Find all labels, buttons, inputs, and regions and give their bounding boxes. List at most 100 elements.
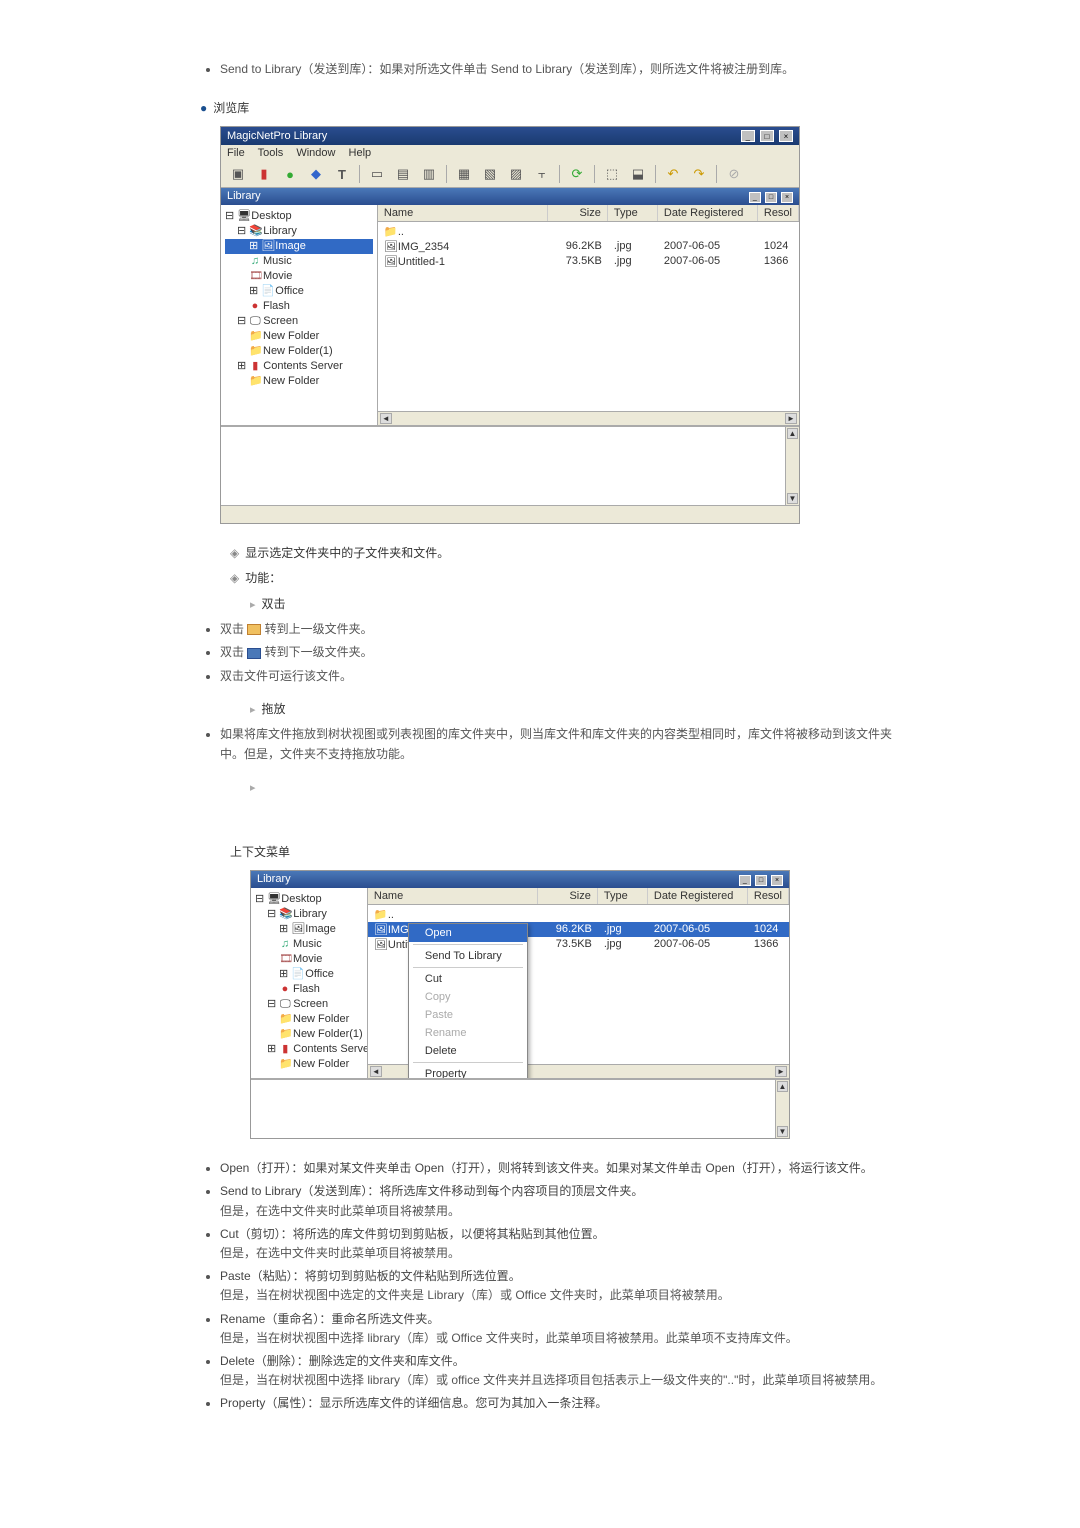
context-menu-heading: 上下文菜单 [230,843,900,860]
ctx-send: Send to Library（发送到库）：将所选库文件移动到每个内容项目的顶层… [220,1182,900,1220]
maximize-icon[interactable]: □ [760,130,774,142]
tb-icon-10[interactable]: ▨ [505,164,527,184]
panel-close-icon[interactable]: × [781,192,793,203]
tb-icon-redo[interactable]: ↷ [688,164,710,184]
tree-music[interactable]: ♫Music [225,254,373,269]
tb-icon-9[interactable]: ▧ [479,164,501,184]
notes-block: 显示选定文件夹中的子文件夹和文件。 功能： 双击 [230,544,900,614]
col-name[interactable]: Name [378,205,548,221]
col-size[interactable]: Size [548,205,608,221]
menu-cut[interactable]: Cut [409,970,527,988]
scroll-down-icon[interactable]: ▼ [787,493,798,504]
list-pane: Name Size Type Date Registered Resol 📁.. [378,205,799,425]
col-date[interactable]: Date Registered [658,205,758,221]
menu-send[interactable]: Send To Library [409,947,527,965]
h-scrollbar[interactable]: ◄ ► [378,411,799,425]
tb-icon-2[interactable]: ▮ [253,164,275,184]
toolbar-sep-2 [446,165,447,183]
toolbar-sep-5 [655,165,656,183]
menu-help[interactable]: Help [349,147,372,159]
col-type[interactable]: Type [608,205,658,221]
tb-icon-11[interactable]: ⫟ [531,164,553,184]
context-tree: ⊟ 🖥Desktop ⊟ 📚Library ⊞ 🖼Image ♫Music 🎞M… [251,888,368,1078]
menu-window[interactable]: Window [296,147,335,159]
intro-list: Send to Library（发送到库）：如果对所选文件单击 Send to … [220,60,900,79]
tree-newfolder-1[interactable]: 📁New Folder [225,329,373,344]
tb-icon-stop[interactable]: ⊘ [723,164,745,184]
drag-list: 如果将库文件拖放到树状视图或列表视图的库文件夹中，则当库文件和库文件夹的内容类型… [220,725,900,763]
tb-icon-undo[interactable]: ↶ [662,164,684,184]
toolbar-sep-1 [359,165,360,183]
ctx-delete: Delete（删除）：删除选定的文件夹和库文件。 但是，当在树状视图中选择 li… [220,1352,900,1390]
panel-min-icon[interactable]: _ [749,192,761,203]
ctx-open: Open（打开）：如果对某文件夹单击 Open（打开），则将转到该文件夹。如果对… [220,1159,900,1178]
tb-icon-8[interactable]: ▦ [453,164,475,184]
tree-contents-server[interactable]: ⊞ ▮Contents Server [225,359,373,374]
tb-icon-7[interactable]: ▥ [418,164,440,184]
toolbar: ▣ ▮ ● ◆ T ▭ ▤ ▥ ▦ ▧ ▨ ⫟ ⟳ ⬚ ⬓ ↶ ↷ ⊘ [221,161,799,188]
menu-file[interactable]: File [227,147,245,159]
context-menu: Open Send To Library Cut Copy Paste Rena… [408,923,528,1084]
scroll-up-icon[interactable]: ▲ [787,428,798,439]
tree-office[interactable]: ⊞ 📄Office [225,284,373,299]
tree-library[interactable]: ⊟ 📚Library [225,224,373,239]
menu-delete[interactable]: Delete [409,1042,527,1060]
tb-icon-5[interactable]: ▭ [366,164,388,184]
tb-icon-4[interactable]: ◆ [305,164,327,184]
menu-open[interactable]: Open [409,924,527,942]
tree-movie[interactable]: 🎞Movie [225,269,373,284]
panel-min-icon-2[interactable]: _ [739,875,751,886]
tb-icon-13[interactable]: ⬓ [627,164,649,184]
panel-max-icon[interactable]: □ [765,192,777,203]
menu-rename[interactable]: Rename [409,1024,527,1042]
window-controls: _ □ × [739,130,793,142]
scroll-right-icon[interactable]: ► [785,413,797,424]
context-list-rows: 📁.. 🖼IMG_2354 96.2KB .jpg 2007-06-05 102… [368,905,789,1064]
minimize-icon[interactable]: _ [741,130,755,142]
context-panel-controls: _ □ × [738,873,783,886]
tb-icon-refresh[interactable]: ⟳ [566,164,588,184]
ctx-rename: Rename（重命名）：重命名所选文件夹。 但是，当在树状视图中选择 libra… [220,1310,900,1348]
col-res[interactable]: Resol [758,205,799,221]
tree-screen[interactable]: ⊟ 🖵Screen [225,314,373,329]
note-drag: 拖放 [250,700,900,720]
titlebar: MagicNetPro Library _ □ × [221,127,799,145]
tb-icon-12[interactable]: ⬚ [601,164,623,184]
scroll-left-icon[interactable]: ◄ [380,413,392,424]
library-window: MagicNetPro Library _ □ × File Tools Win… [220,126,800,524]
folder-up-icon [247,624,261,635]
list-row-2[interactable]: 🖼Untitled-1 73.5KB .jpg 2007-06-05 1366 [378,254,799,269]
empty-arrow [250,778,900,798]
window-title: MagicNetPro Library [227,130,327,142]
ctx-paste: Paste（粘贴）：将剪切到剪贴板的文件粘贴到所选位置。 但是，当在树状视图中选… [220,1267,900,1305]
menubar: File Tools Window Help [221,145,799,161]
tree-flash[interactable]: ●Flash [225,299,373,314]
tb-icon-3[interactable]: ● [279,164,301,184]
browse-heading: 浏览库 [200,101,249,115]
tb-icon-6[interactable]: ▤ [392,164,414,184]
tree-desktop[interactable]: ⊟ 🖥Desktop [225,209,373,224]
menu-tools[interactable]: Tools [258,147,284,159]
dclick-up: 双击 转到上一级文件夹。 [220,620,900,639]
tb-icon-t[interactable]: T [331,164,353,184]
dclick-list: 双击 转到上一级文件夹。 双击 转到下一级文件夹。 双击文件可运行该文件。 [220,620,900,686]
tree-newfolder-2[interactable]: 📁New Folder(1) [225,344,373,359]
menu-paste[interactable]: Paste [409,1006,527,1024]
list-row-up[interactable]: 📁.. [378,224,799,239]
tree-newfolder-3[interactable]: 📁New Folder [225,374,373,389]
panel-close-icon-2[interactable]: × [771,875,783,886]
tb-icon-1[interactable]: ▣ [227,164,249,184]
note-functions: 功能： [230,569,900,588]
tree-pane: ⊟ 🖥Desktop ⊟ 📚Library ⊞ 🖼Image ♫Music 🎞M… [221,205,378,425]
panel-controls: _ □ × [748,190,793,203]
split-body: ⊟ 🖥Desktop ⊟ 📚Library ⊞ 🖼Image ♫Music 🎞M… [221,205,799,425]
panel-max-icon-2[interactable]: □ [755,875,767,886]
dclick-run: 双击文件可运行该文件。 [220,667,900,686]
list-row-1[interactable]: 🖼IMG_2354 96.2KB .jpg 2007-06-05 1024 [378,239,799,254]
menu-copy[interactable]: Copy [409,988,527,1006]
context-desc-list: Open（打开）：如果对某文件夹单击 Open（打开），则将转到该文件夹。如果对… [220,1159,900,1413]
context-list-pane: Name Size Type Date Registered Resol 📁..… [368,888,789,1078]
v-scrollbar[interactable]: ▲ ▼ [785,427,799,505]
tree-image[interactable]: ⊞ 🖼Image [225,239,373,254]
close-icon[interactable]: × [779,130,793,142]
